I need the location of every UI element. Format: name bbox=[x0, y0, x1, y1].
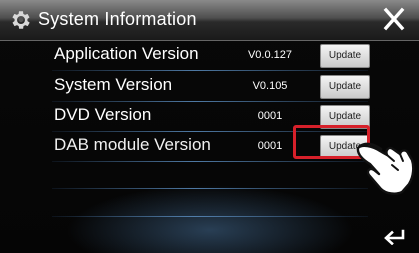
update-button-system[interactable]: Update bbox=[320, 75, 370, 99]
header-bar: System Information bbox=[0, 0, 419, 41]
row-version-value: V0.0.127 bbox=[247, 49, 293, 61]
row-label: Application Version bbox=[54, 44, 199, 63]
row-version-value: V0.105 bbox=[252, 80, 288, 92]
row-divider bbox=[52, 188, 368, 189]
close-icon[interactable] bbox=[381, 5, 407, 33]
back-arrow-icon[interactable] bbox=[383, 229, 405, 245]
row-label: System Version bbox=[54, 75, 173, 94]
page-title: System Information bbox=[38, 9, 197, 29]
row-version-value: 0001 bbox=[257, 110, 283, 122]
version-row-application: Application Version V0.0.127 Update bbox=[52, 40, 370, 71]
gear-icon bbox=[12, 11, 30, 29]
pointing-hand-icon bbox=[356, 142, 415, 195]
screen: System Information Application Version V… bbox=[0, 0, 419, 253]
row-divider bbox=[52, 216, 368, 217]
version-row-system: System Version V0.105 Update bbox=[52, 71, 370, 102]
row-label: DVD Version bbox=[54, 105, 152, 124]
row-divider bbox=[52, 161, 368, 162]
update-button-application[interactable]: Update bbox=[320, 44, 370, 68]
row-label: DAB module Version bbox=[54, 135, 211, 154]
